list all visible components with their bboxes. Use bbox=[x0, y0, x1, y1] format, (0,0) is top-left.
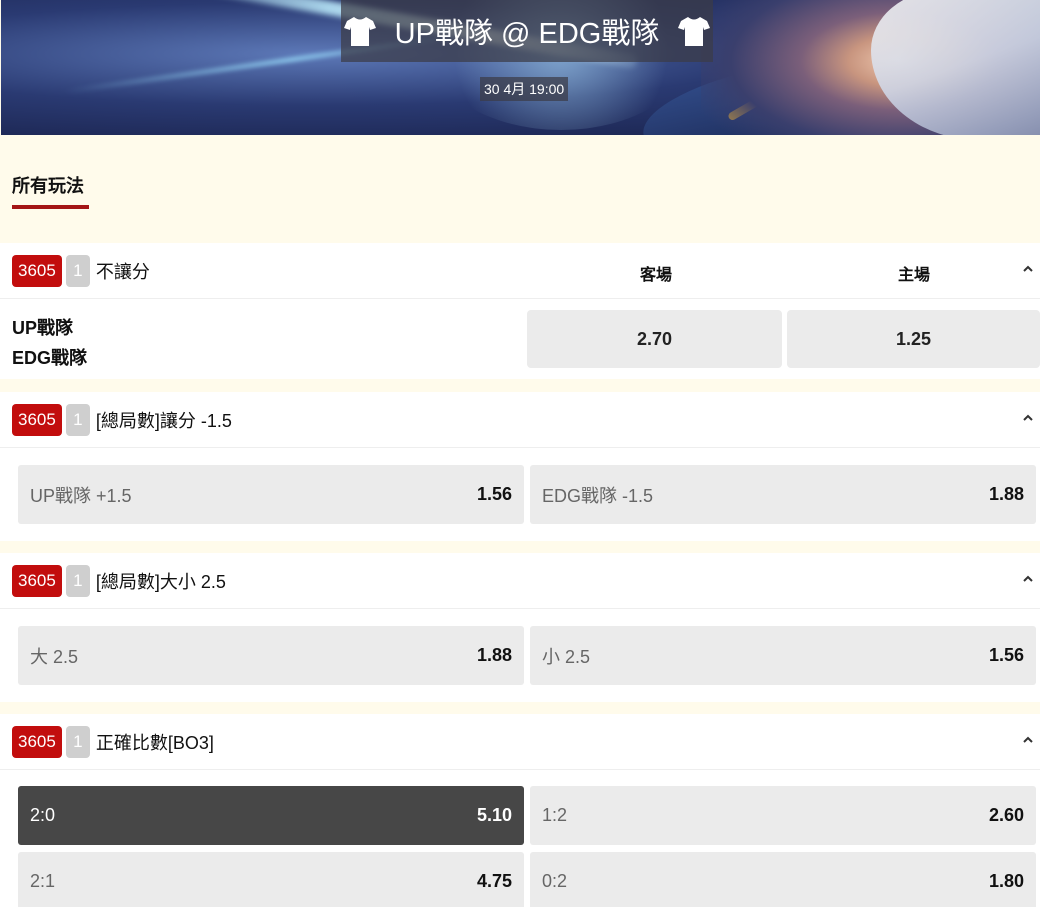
market-body-correct-score: 2:0 5.10 1:2 2.60 2:1 4.75 0:2 1.80 bbox=[0, 770, 1040, 907]
selection-label: 2:1 bbox=[30, 871, 56, 891]
market-header-moneyline[interactable]: 3605 1 不讓分 客場 主場 bbox=[0, 243, 1040, 299]
selection-label: 2:0 bbox=[30, 805, 56, 825]
chevron-up-icon[interactable] bbox=[1022, 573, 1034, 585]
selection-button[interactable]: UP戰隊 +1.5 1.56 bbox=[18, 465, 524, 524]
match-title: UP戰隊 @ EDG戰隊 bbox=[394, 18, 660, 50]
selection-button[interactable]: 0:2 1.80 bbox=[530, 852, 1036, 907]
tab-all-markets[interactable]: 所有玩法 bbox=[12, 172, 84, 198]
chevron-up-icon[interactable] bbox=[1022, 412, 1034, 424]
match-datetime: 30 4月 19:00 bbox=[480, 77, 569, 101]
market-id-badge: 3605 bbox=[12, 255, 62, 287]
tab-active-underline bbox=[12, 205, 89, 209]
selection-label: 1:2 bbox=[542, 805, 568, 825]
selection-button[interactable]: 小 2.5 1.56 bbox=[530, 626, 1036, 685]
market-header-handicap[interactable]: 3605 1 [總局數]讓分 -1.5 bbox=[0, 392, 1040, 448]
market-count-badge: 1 bbox=[65, 255, 90, 287]
selection-label: 小 2.5 bbox=[542, 646, 591, 667]
selection-label: 大 2.5 bbox=[30, 646, 79, 667]
selection-odd: 1.88 bbox=[476, 645, 512, 665]
selection-odd: 2.60 bbox=[988, 805, 1024, 825]
market-count-badge: 1 bbox=[65, 565, 90, 597]
selection-label: UP戰隊 +1.5 bbox=[30, 485, 132, 506]
market-name: 不讓分 bbox=[95, 262, 150, 282]
market-count-badge: 1 bbox=[65, 404, 90, 436]
team-home-name: EDG戰隊 bbox=[12, 348, 88, 368]
team-names: UP戰隊 EDG戰隊 bbox=[12, 313, 87, 373]
selection-button[interactable]: 大 2.5 1.88 bbox=[18, 626, 524, 685]
column-label-away: 客場 bbox=[640, 267, 673, 284]
match-title-box: UP戰隊 @ EDG戰隊 bbox=[341, 0, 713, 62]
market-header-correct-score[interactable]: 3605 1 正確比數[BO3] bbox=[0, 714, 1040, 770]
team-away-name: UP戰隊 bbox=[12, 318, 74, 338]
market-name: [總局數]讓分 -1.5 bbox=[95, 411, 232, 431]
selection-button[interactable]: EDG戰隊 -1.5 1.88 bbox=[530, 465, 1036, 524]
market-body-total: 大 2.5 1.88 小 2.5 1.56 bbox=[0, 609, 1040, 702]
selection-label: EDG戰隊 -1.5 bbox=[542, 485, 654, 506]
chevron-up-icon[interactable] bbox=[1022, 734, 1034, 746]
selection-odd: 1.56 bbox=[988, 645, 1024, 665]
selection-odd: 4.75 bbox=[476, 871, 512, 891]
jersey-icon bbox=[678, 17, 711, 46]
market-body-moneyline: UP戰隊 EDG戰隊 2.70 1.25 bbox=[0, 299, 1040, 379]
selection-button-selected[interactable]: 2:0 5.10 bbox=[18, 786, 524, 845]
selection-button[interactable]: 1:2 2.60 bbox=[530, 786, 1036, 845]
odd-button-home[interactable]: 1.25 bbox=[787, 310, 1040, 368]
market-name: [總局數]大小 2.5 bbox=[95, 572, 226, 592]
jersey-icon bbox=[343, 17, 376, 46]
selection-odd: 1.80 bbox=[988, 871, 1024, 891]
selection-odd: 1.56 bbox=[476, 484, 512, 504]
market-name: 正確比數[BO3] bbox=[95, 733, 214, 753]
selection-button[interactable]: 2:1 4.75 bbox=[18, 852, 524, 907]
market-id-badge: 3605 bbox=[12, 565, 62, 597]
selection-odd: 1.88 bbox=[988, 484, 1024, 504]
selection-label: 0:2 bbox=[542, 871, 568, 891]
selection-odd: 5.10 bbox=[476, 805, 512, 825]
market-id-badge: 3605 bbox=[12, 404, 62, 436]
market-id-badge: 3605 bbox=[12, 726, 62, 758]
odd-button-away[interactable]: 2.70 bbox=[527, 310, 782, 368]
market-header-total[interactable]: 3605 1 [總局數]大小 2.5 bbox=[0, 553, 1040, 609]
market-count-badge: 1 bbox=[65, 726, 90, 758]
market-body-handicap: UP戰隊 +1.5 1.56 EDG戰隊 -1.5 1.88 bbox=[0, 448, 1040, 541]
column-label-home: 主場 bbox=[898, 267, 931, 284]
chevron-up-icon[interactable] bbox=[1022, 263, 1034, 275]
